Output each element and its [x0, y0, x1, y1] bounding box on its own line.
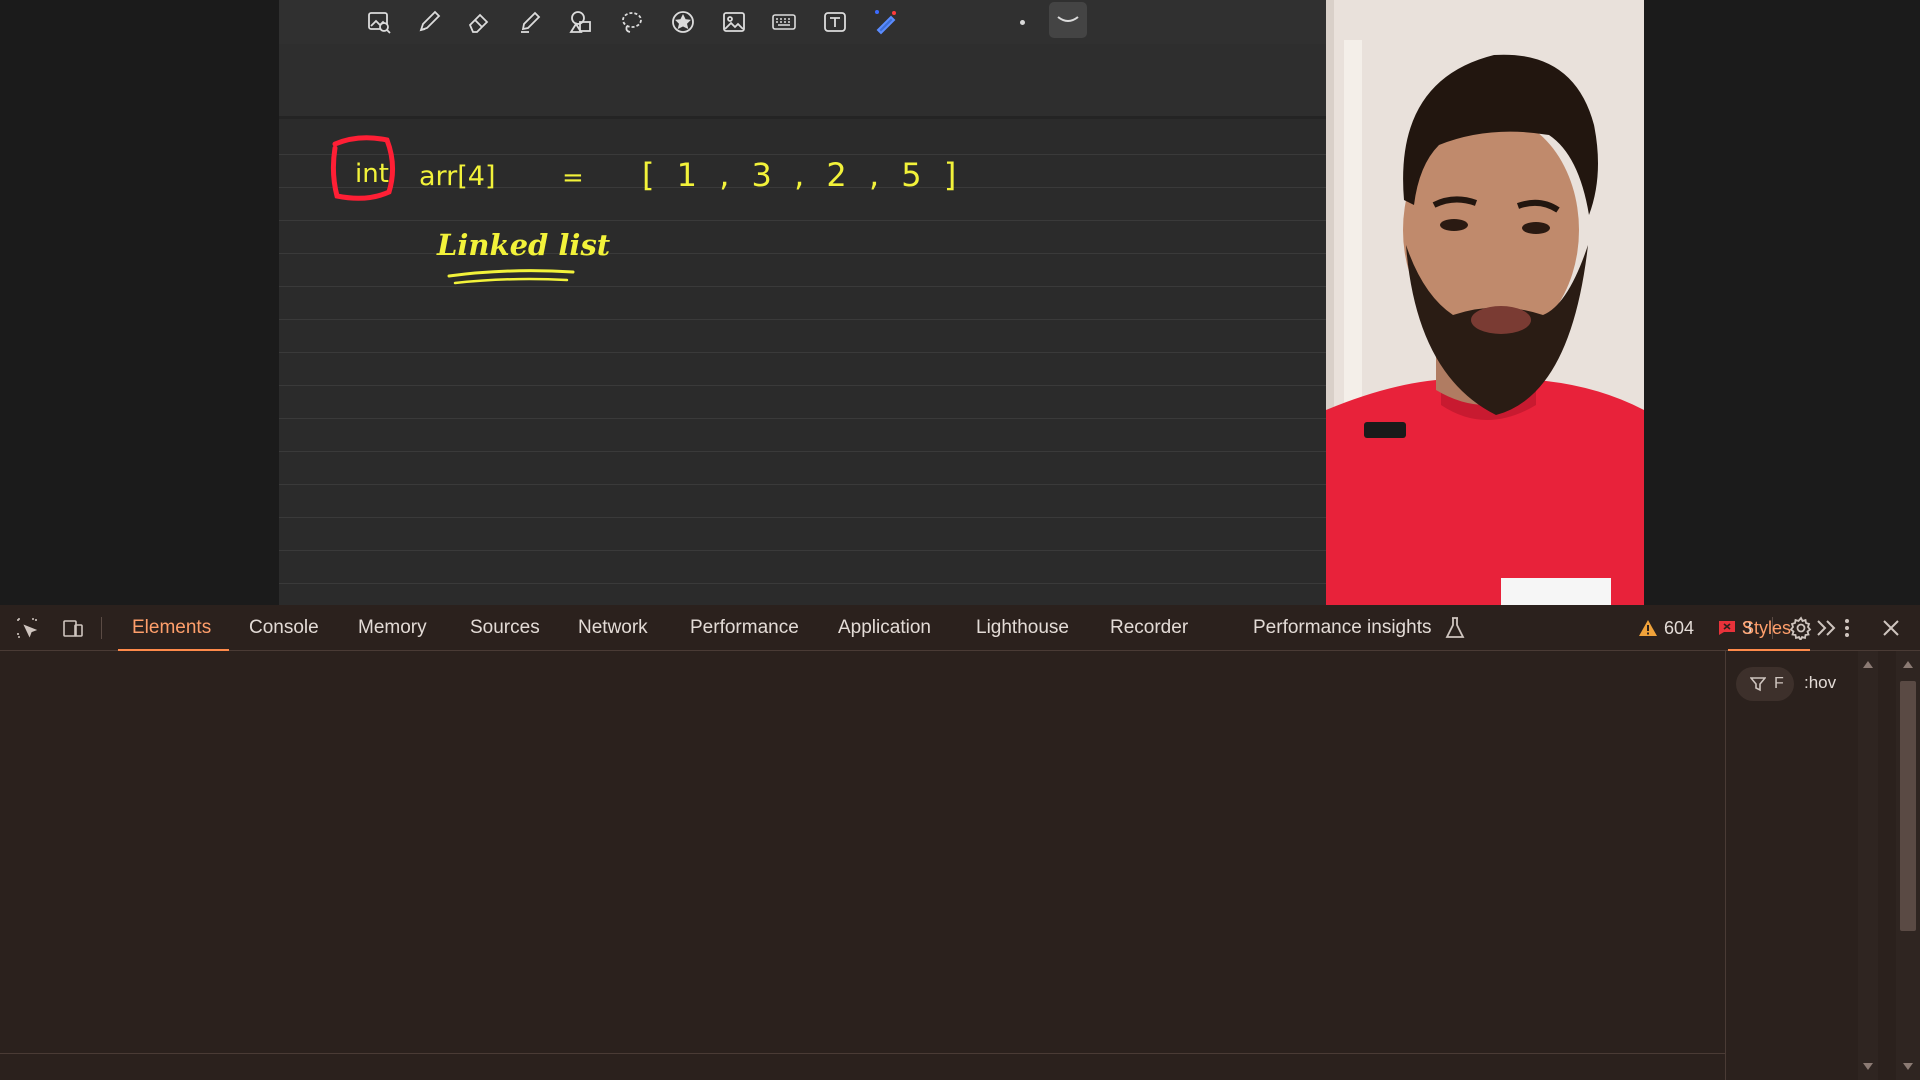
warning-icon [1639, 620, 1657, 636]
scroll-up-arrow-icon[interactable] [1903, 661, 1913, 668]
warnings-count: 604 [1664, 617, 1695, 638]
handwritten-array-values: [ 1 , 3 , 2 , 5 ] [642, 156, 962, 194]
tab-sources[interactable]: Sources [470, 605, 540, 651]
filter-placeholder: F [1774, 675, 1784, 692]
handwriting-layer: int arr[4] = [ 1 , 3 , 2 , 5 ] Linked li… [330, 135, 962, 285]
handwritten-linked-list: Linked list [436, 228, 611, 262]
styles-scrollbar[interactable] [1858, 651, 1878, 1080]
experiment-flask-icon [1445, 617, 1465, 638]
styles-tabbar: Styles [1726, 605, 1920, 651]
tab-network[interactable]: Network [578, 605, 648, 651]
tab-lighthouse[interactable]: Lighthouse [976, 605, 1069, 651]
tab-elements[interactable]: Elements [117, 605, 230, 651]
handwritten-int: int [355, 159, 389, 189]
elements-panel[interactable] [0, 651, 1725, 1080]
hov-toggle[interactable]: :hov [1804, 673, 1836, 693]
webcam-presenter [1326, 0, 1644, 605]
tab-styles[interactable]: Styles [1742, 605, 1791, 651]
handwritten-arr: arr[4] [419, 161, 496, 192]
tab-application[interactable]: Application [838, 605, 931, 651]
warnings-counter[interactable]: 604 [1638, 605, 1694, 651]
panel-scrollbar[interactable] [1896, 651, 1920, 1080]
devtools-tabbar: Elements Console Memory Sources Network … [0, 605, 1920, 651]
scroll-down-arrow-icon[interactable] [1903, 1063, 1913, 1070]
whiteboard-canvas[interactable]: int arr[4] = [ 1 , 3 , 2 , 5 ] Linked li… [279, 0, 1326, 605]
scroll-up-arrow-icon[interactable] [1863, 661, 1873, 668]
tab-performance-insights[interactable]: Performance insights [1253, 605, 1431, 651]
styles-filter-input[interactable]: F [1736, 667, 1794, 701]
devtools-panel: Elements Console Memory Sources Network … [0, 605, 1920, 1080]
tab-memory[interactable]: Memory [358, 605, 427, 651]
device-toolbar-icon[interactable] [58, 613, 88, 643]
handwritten-equals: = [562, 163, 584, 193]
scroll-down-arrow-icon[interactable] [1863, 1063, 1873, 1070]
styles-filter-row: F :hov . [1736, 667, 1868, 701]
underline-stroke-2 [453, 277, 569, 285]
underline-stroke [447, 269, 575, 278]
styles-sidebar: Styles F :hov . [1725, 618, 1920, 1080]
tab-recorder[interactable]: Recorder [1110, 605, 1188, 651]
video-frame: int arr[4] = [ 1 , 3 , 2 , 5 ] Linked li… [0, 0, 1920, 605]
scrollbar-thumb[interactable] [1900, 681, 1916, 931]
styles-tab-indicator [1728, 649, 1810, 651]
tab-performance[interactable]: Performance [690, 605, 799, 651]
inspect-element-icon[interactable] [12, 613, 42, 643]
toolbar-divider [101, 617, 102, 639]
elements-panel-divider [0, 1053, 1725, 1054]
filter-icon [1750, 677, 1766, 692]
more-tabs-chevron-icon[interactable] [1814, 617, 1840, 639]
tab-console[interactable]: Console [249, 605, 319, 651]
